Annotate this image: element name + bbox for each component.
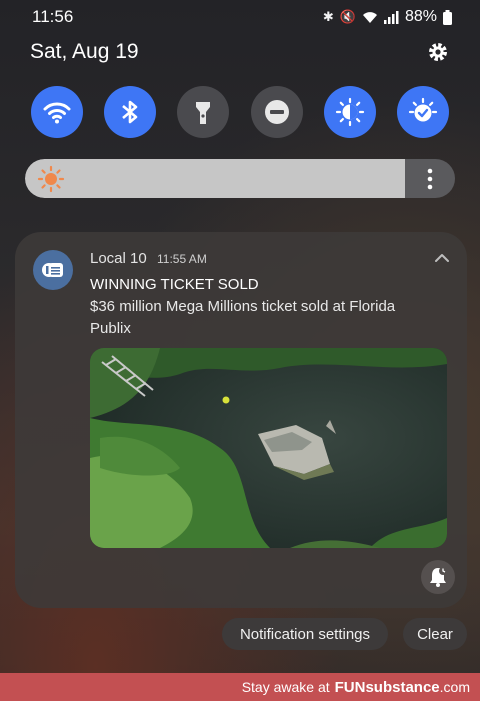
gear-icon[interactable] [424,38,452,66]
bluetooth-tile[interactable] [104,86,157,138]
eye-comfort-tile[interactable] [323,86,376,138]
bluetooth-icon: ✱ [322,9,334,24]
app-icon [33,250,73,290]
chevron-up-icon[interactable] [435,250,449,268]
do-not-disturb-icon [264,100,289,124]
app-name: Local 10 [90,250,147,267]
sun-icon [37,165,65,193]
battery-percent: 88% [404,8,437,25]
watermark-banner: Stay awake at FUNsubstance.com [0,673,480,701]
notification-card[interactable]: Local 10 11:55 AM WINNING TICKET SOLD $3… [15,232,467,608]
date-label: Sat, Aug 19 [30,40,139,63]
snooze-icon[interactable] [421,560,455,594]
eye-comfort-icon [335,97,364,127]
signal-icon [383,10,399,24]
shade-header: Sat, Aug 19 [30,38,452,66]
wifi-tile[interactable] [31,86,83,138]
watermark-brand: FUNsubstance.com [335,679,470,696]
flashlight-tile[interactable] [177,86,230,138]
watermark-suffix: .com [439,678,470,695]
more-options-icon[interactable] [405,159,455,198]
mute-icon: 🔇 [339,9,356,24]
brightness-slider[interactable] [25,159,455,198]
brightness-fill [25,159,405,198]
wifi-icon [43,102,71,124]
watermark-brand-name: FUNsubstance [334,678,440,696]
battery-icon [443,9,452,25]
notification-image[interactable] [90,348,447,548]
status-time: 11:56 [32,7,74,26]
notification-settings-button[interactable]: Notification settings [222,618,388,650]
power-mode-icon [408,97,438,122]
quick-settings-tiles [31,86,449,138]
notification-time: 11:55 AM [157,252,207,266]
do-not-disturb-tile[interactable] [250,86,303,138]
clear-button[interactable]: Clear [403,618,467,650]
notification-title: WINNING TICKET SOLD [90,276,259,293]
notification-body: $36 million Mega Millions ticket sold at… [90,298,396,337]
power-mode-tile[interactable] [396,86,449,138]
status-icons: ✱ 🔇 88% [323,8,452,26]
flashlight-icon [196,102,211,124]
status-bar: 11:56 ✱ 🔇 88% [32,6,452,28]
watermark-prefix: Stay awake at [241,679,330,695]
wifi-icon [362,11,377,23]
bluetooth-icon [122,100,138,124]
